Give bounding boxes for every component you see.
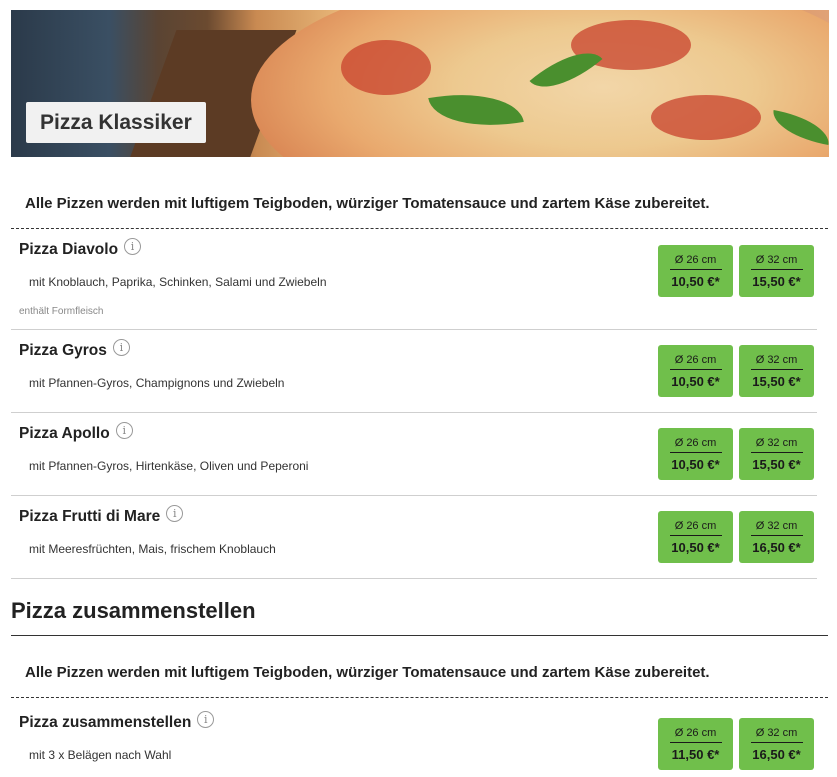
price-button-32cm[interactable]: Ø 32 cm 16,50 €*: [739, 511, 814, 563]
info-icon[interactable]: i: [197, 710, 215, 728]
item-title: Pizza Gyros: [19, 342, 107, 359]
price-amount: 16,50 €*: [752, 540, 801, 555]
info-icon[interactable]: i: [166, 504, 184, 522]
price-button-32cm[interactable]: Ø 32 cm 15,50 €*: [739, 428, 814, 480]
item-title: Pizza Diavolo: [19, 241, 119, 258]
info-icon[interactable]: i: [115, 421, 133, 439]
size-label: Ø 26 cm: [674, 354, 717, 366]
sauce-spot: [651, 95, 761, 140]
menu-item-name: Pizza zusammenstellen i: [19, 710, 215, 732]
price-amount: 10,50 €*: [671, 457, 720, 472]
item-title: Pizza Frutti di Mare: [19, 508, 161, 525]
price-button-26cm[interactable]: Ø 26 cm 10,50 €*: [658, 245, 733, 297]
item-description: mit 3 x Belägen nach Wahl: [29, 748, 172, 762]
item-description: mit Meeresfrüchten, Mais, frischem Knobl…: [29, 542, 276, 556]
price-button-26cm[interactable]: Ø 26 cm 10,50 €*: [658, 428, 733, 480]
menu-item-name: Pizza Apollo i: [19, 421, 133, 443]
item-divider: [11, 329, 817, 330]
menu-item-name: Pizza Frutti di Mare i: [19, 504, 184, 526]
price-amount: 15,50 €*: [752, 374, 801, 389]
price-button-26cm[interactable]: Ø 26 cm 11,50 €*: [658, 718, 733, 770]
item-divider: [11, 495, 817, 496]
price-amount: 16,50 €*: [752, 747, 801, 762]
hero-title: Pizza Klassiker: [26, 102, 206, 143]
size-label: Ø 26 cm: [674, 437, 717, 449]
price-divider: [750, 452, 803, 453]
info-note: Alle Pizzen werden mit luftigem Teigbode…: [25, 664, 710, 681]
price-button-32cm[interactable]: Ø 32 cm 15,50 €*: [739, 345, 814, 397]
size-label: Ø 32 cm: [755, 520, 798, 532]
price-divider: [669, 535, 722, 536]
size-label: Ø 26 cm: [674, 727, 717, 739]
size-label: Ø 32 cm: [755, 254, 798, 266]
item-description: mit Knoblauch, Paprika, Schinken, Salami…: [29, 275, 327, 289]
price-button-26cm[interactable]: Ø 26 cm 10,50 €*: [658, 511, 733, 563]
price-divider: [750, 742, 803, 743]
size-label: Ø 32 cm: [755, 437, 798, 449]
item-title: Pizza Apollo: [19, 425, 110, 442]
item-description: mit Pfannen-Gyros, Champignons und Zwieb…: [29, 376, 285, 390]
dashed-divider: [11, 697, 828, 698]
size-label: Ø 26 cm: [674, 520, 717, 532]
dashed-divider: [11, 228, 828, 229]
menu-item-name: Pizza Gyros i: [19, 338, 130, 360]
price-amount: 10,50 €*: [671, 374, 720, 389]
price-divider: [750, 535, 803, 536]
price-amount: 15,50 €*: [752, 274, 801, 289]
sauce-spot: [341, 40, 431, 95]
hero-banner: Pizza Klassiker: [11, 10, 829, 157]
price-button-26cm[interactable]: Ø 26 cm 10,50 €*: [658, 345, 733, 397]
item-divider: [11, 578, 817, 579]
price-amount: 10,50 €*: [671, 540, 720, 555]
item-title: Pizza zusammenstellen: [19, 714, 192, 731]
price-divider: [669, 452, 722, 453]
item-divider: [11, 412, 817, 413]
price-amount: 11,50 €*: [671, 747, 720, 762]
price-divider: [669, 369, 722, 370]
price-divider: [750, 369, 803, 370]
price-divider: [750, 269, 803, 270]
size-label: Ø 26 cm: [674, 254, 717, 266]
section-divider: [11, 635, 828, 636]
section-title: Pizza zusammenstellen: [11, 598, 256, 623]
price-button-32cm[interactable]: Ø 32 cm 16,50 €*: [739, 718, 814, 770]
price-button-32cm[interactable]: Ø 32 cm 15,50 €*: [739, 245, 814, 297]
price-divider: [669, 269, 722, 270]
size-label: Ø 32 cm: [755, 354, 798, 366]
price-divider: [669, 742, 722, 743]
info-icon[interactable]: i: [112, 338, 130, 356]
item-description: mit Pfannen-Gyros, Hirtenkäse, Oliven un…: [29, 459, 309, 473]
price-amount: 15,50 €*: [752, 457, 801, 472]
menu-item-name: Pizza Diavolo i: [19, 237, 142, 259]
size-label: Ø 32 cm: [755, 727, 798, 739]
price-amount: 10,50 €*: [671, 274, 720, 289]
info-icon[interactable]: i: [124, 237, 142, 255]
info-note: Alle Pizzen werden mit luftigem Teigbode…: [25, 195, 710, 212]
item-allergen-note: enthält Formfleisch: [19, 306, 104, 317]
